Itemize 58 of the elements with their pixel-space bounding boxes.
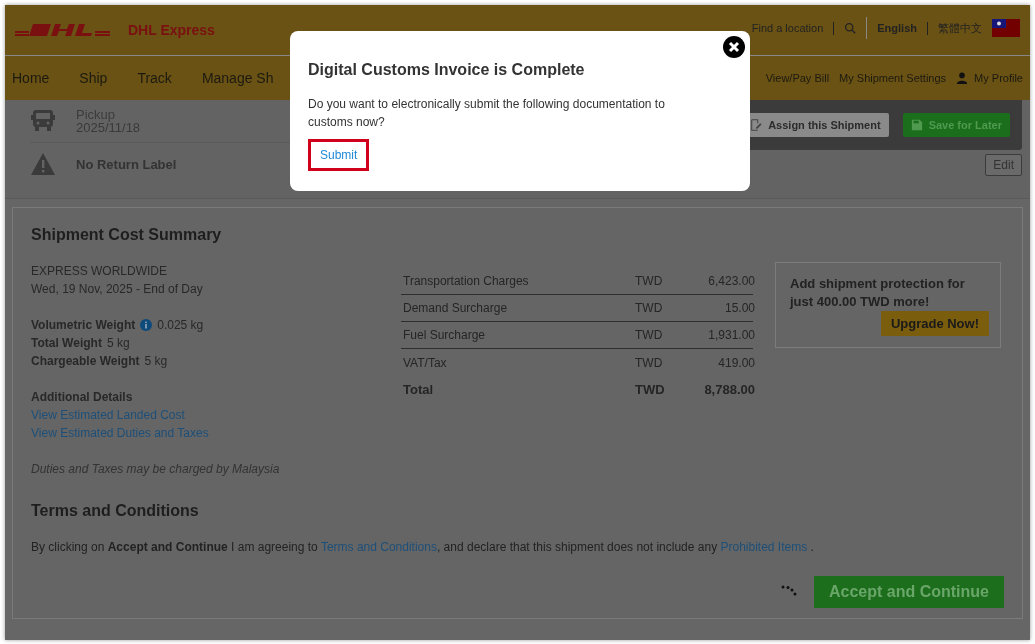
dialog-title: Digital Customs Invoice is Complete <box>308 61 586 79</box>
details-title: Additional Details <box>31 389 134 406</box>
flag-icon <box>992 19 1020 37</box>
service-name: EXPRESS WORLDWIDE <box>31 263 169 280</box>
terms-link[interactable]: Prohibited Items <box>720 540 808 554</box>
charge-amount: 6,423.00 <box>707 274 755 288</box>
charge-label: Demand Surcharge <box>403 301 509 315</box>
terms-text: By clicking on Accept and Continue I am agreeing to Terms and Conditions, and declare that this shipment does not include any Prohibited Items . <box>31 540 815 554</box>
nav-item[interactable]: View/Pay Bill <box>765 72 830 84</box>
accept-button[interactable]: Accept and Continue <box>814 576 1004 608</box>
section-title: Shipment Cost Summary <box>31 226 223 244</box>
upgrade-button[interactable]: Upgrade Now! <box>880 311 989 336</box>
close-icon[interactable] <box>722 35 746 59</box>
weight-label: Chargeable Weight <box>31 353 140 370</box>
search-icon <box>844 22 857 34</box>
nav-item[interactable]: My Shipment Settings <box>839 72 947 84</box>
weight-label: Total Weight <box>31 335 102 352</box>
nav-item[interactable]: Ship <box>79 70 108 86</box>
total-label: Total <box>403 382 435 397</box>
charge-label: Fuel Surcharge <box>403 328 487 342</box>
charge-amount: 15.00 <box>723 301 755 315</box>
charge-currency: TWD <box>634 355 664 370</box>
weight-value: 0.025 kg <box>157 317 204 334</box>
nav-item[interactable]: My Profile <box>974 72 1023 84</box>
edit-icon <box>750 119 763 131</box>
nav-item[interactable]: Manage Sh <box>201 70 274 86</box>
truck-icon <box>30 108 56 134</box>
charge-currency: TWD <box>634 328 664 342</box>
section-title: Terms and Conditions <box>31 502 200 520</box>
warning-icon <box>30 151 56 177</box>
submit-button[interactable]: Submit <box>308 139 370 171</box>
logo-icon <box>15 22 110 38</box>
user-icon <box>956 72 969 84</box>
details-link[interactable]: View Estimated Landed Cost <box>31 408 185 422</box>
nav-item[interactable]: Track <box>137 70 172 86</box>
nav-item[interactable]: Home <box>12 70 50 86</box>
language-option[interactable]: 繁體中文 <box>938 20 982 36</box>
charge-label: VAT/Tax <box>403 355 448 370</box>
header-link[interactable]: Find a location <box>751 22 824 34</box>
charge-currency: TWD <box>634 301 664 315</box>
brand-name: DHL Express <box>128 22 215 38</box>
language-option[interactable]: English <box>877 22 917 34</box>
dialog-message: Do you want to electronically submit the following documentation to customs now? <box>308 96 666 131</box>
total-currency: TWD <box>634 382 666 397</box>
delivery-date: Wed, 19 Nov, 2025 - End of Day <box>31 281 204 298</box>
weight-label: Volumetric Weight <box>31 317 136 334</box>
charge-amount: 419.00 <box>717 355 755 370</box>
info-icon <box>140 319 153 331</box>
weight-value: 5 kg <box>144 353 168 370</box>
charge-label: Transportation Charges <box>403 274 530 288</box>
save-icon <box>910 119 923 131</box>
weight-value: 5 kg <box>106 335 130 352</box>
charge-currency: TWD <box>634 274 664 288</box>
details-link[interactable]: View Estimated Duties and Taxes <box>31 426 209 440</box>
charge-amount: 1,931.00 <box>707 328 755 342</box>
total-amount: 8,788.00 <box>703 382 755 397</box>
protection-text: Add shipment protection for just 400.00 TWD more! <box>790 275 966 311</box>
terms-link[interactable]: Terms and Conditions <box>320 540 437 554</box>
